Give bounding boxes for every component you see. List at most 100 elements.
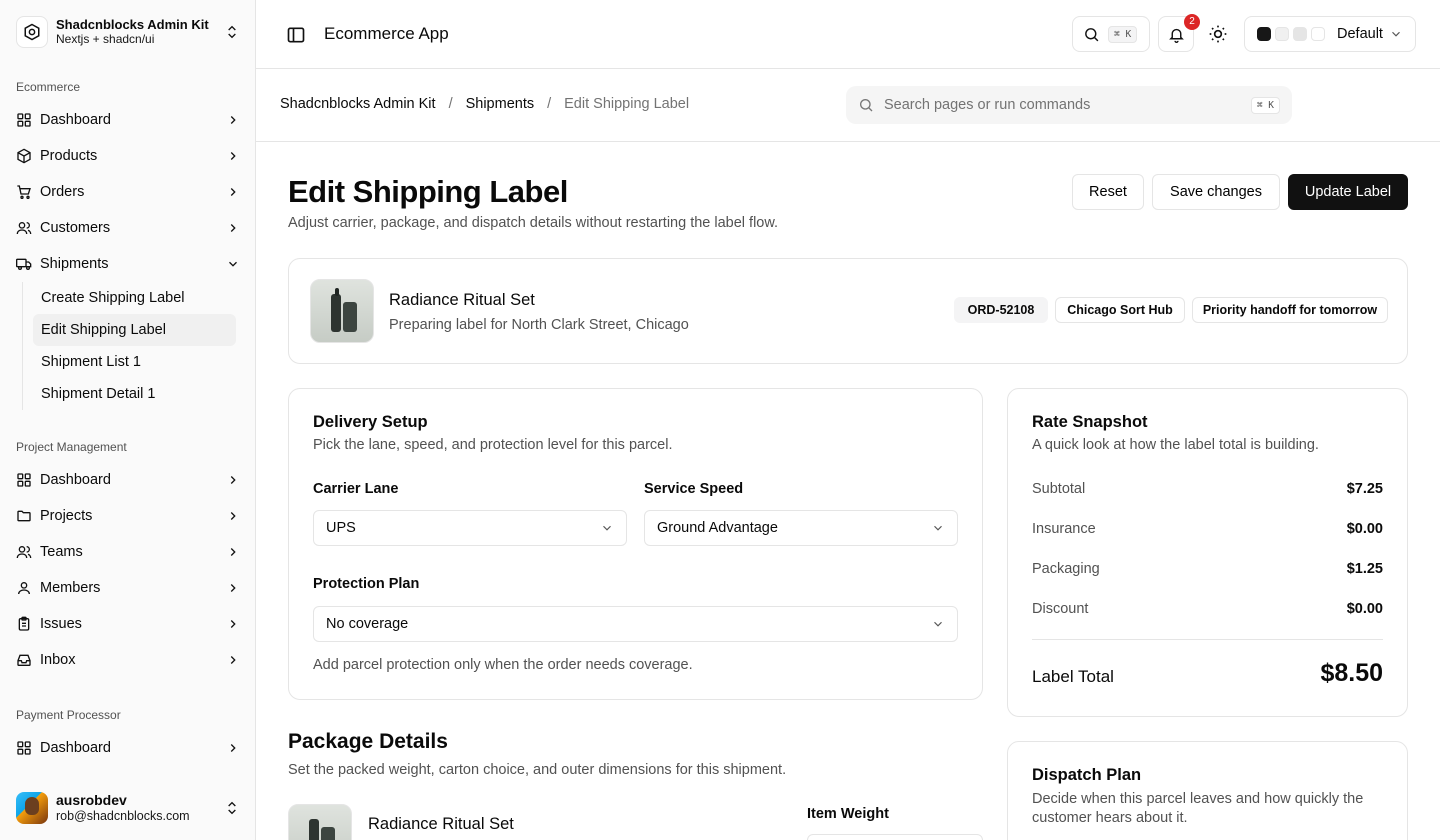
chevrons-up-down-icon [224,800,240,816]
breadcrumb: Shadcnblocks Admin Kit / Shipments / Edi… [280,96,689,112]
update-label-button[interactable]: Update Label [1288,174,1408,210]
breadcrumb-separator: / [448,96,453,112]
chevron-down-icon [931,521,945,535]
search-button[interactable]: ⌘ K [1072,16,1150,52]
dispatch-plan-card: Dispatch Plan Decide when this parcel le… [1007,741,1408,840]
sun-icon[interactable] [1208,24,1228,44]
package-item-name: Radiance Ritual Set [368,815,514,833]
command-search-input[interactable]: Search pages or run commands ⌘ K [846,86,1292,124]
dashboard-icon [16,472,32,488]
rate-label: Discount [1032,601,1089,617]
sidebar-toggle-icon[interactable] [286,25,306,45]
breadcrumb-bar: Shadcnblocks Admin Kit / Shipments / Edi… [256,69,1440,142]
save-changes-button[interactable]: Save changes [1152,174,1280,210]
users-icon [16,544,32,560]
brand-switcher[interactable]: Shadcnblocks Admin Kit Nextjs + shadcn/u… [8,12,248,52]
dashboard-icon [16,740,32,756]
sidebar-item-members[interactable]: Members [8,570,248,606]
service-speed-select[interactable]: Ground Advantage [644,510,958,546]
chevron-right-icon [226,149,240,163]
sidebar-item-inbox[interactable]: Inbox [8,642,248,678]
sidebar-item-label: Inbox [40,652,76,668]
theme-swatch [1257,27,1271,41]
rate-description: A quick look at how the label total is b… [1032,437,1319,453]
chevron-right-icon [226,545,240,559]
shipments-subnav: Create Shipping Label Edit Shipping Labe… [22,282,236,410]
inbox-icon [16,652,32,668]
chevron-right-icon [226,473,240,487]
sidebar-item-projects[interactable]: Projects [8,498,248,534]
chevron-right-icon [226,509,240,523]
rate-label: Insurance [1032,521,1096,537]
group-label-payment-processor: Payment Processor [16,708,121,722]
sidebar-subitem-shipment-detail-1[interactable]: Shipment Detail 1 [33,378,236,410]
chevron-down-icon [600,521,614,535]
sidebar-subitem-shipment-list-1[interactable]: Shipment List 1 [33,346,236,378]
sidebar-item-label: Dashboard [40,112,111,128]
sidebar-subitem-create-shipping-label[interactable]: Create Shipping Label [33,282,236,314]
sidebar-item-pp-dashboard[interactable]: Dashboard [8,730,248,766]
breadcrumb-item-shipments[interactable]: Shipments [466,96,535,112]
users-icon [16,220,32,236]
nav-project-management: Dashboard Projects Teams Members Issues … [8,462,248,678]
protection-hint: Add parcel protection only when the orde… [313,657,693,673]
user-name: ausrobdev [56,792,127,808]
nav-payment-processor: Dashboard [8,730,248,766]
theme-swatch [1311,27,1325,41]
page-subtitle: Adjust carrier, package, and dispatch de… [288,215,779,231]
reset-button[interactable]: Reset [1072,174,1144,210]
rate-value: $7.25 [1346,481,1383,497]
order-id-badge: ORD-52108 [954,297,1048,323]
protection-plan-select[interactable]: No coverage [313,606,958,642]
sidebar-item-orders[interactable]: Orders [8,174,248,210]
user-menu[interactable]: ausrobdev rob@shadcnblocks.com [8,788,248,828]
sidebar-item-teams[interactable]: Teams [8,534,248,570]
folder-icon [16,508,32,524]
sidebar-item-customers[interactable]: Customers [8,210,248,246]
breadcrumb-item-home[interactable]: Shadcnblocks Admin Kit [280,96,436,112]
carrier-lane-value: UPS [326,520,356,536]
brand-logo-icon [16,16,48,48]
search-shortcut: ⌘ K [1108,25,1138,43]
sidebar-item-label: Products [40,148,98,164]
rate-divider [1032,639,1383,640]
cart-icon [16,184,32,200]
user-icon [16,580,32,596]
carrier-lane-select[interactable]: UPS [313,510,627,546]
breadcrumb-item-current: Edit Shipping Label [564,96,690,112]
brand-title: Shadcnblocks Admin Kit [56,17,209,32]
product-image [310,279,374,343]
chevron-down-icon [1389,27,1403,41]
user-email: rob@shadcnblocks.com [56,809,190,823]
package-product-image [288,804,352,840]
item-weight-input[interactable] [807,834,983,840]
chevron-down-icon [931,617,945,631]
theme-select[interactable]: Default [1244,16,1416,52]
command-placeholder: Search pages or run commands [884,97,1091,113]
chevron-right-icon [226,581,240,595]
sidebar-subitem-edit-shipping-label[interactable]: Edit Shipping Label [33,314,236,346]
sidebar-item-issues[interactable]: Issues [8,606,248,642]
sidebar-item-products[interactable]: Products [8,138,248,174]
sidebar-item-pm-dashboard[interactable]: Dashboard [8,462,248,498]
sort-hub-badge: Chicago Sort Hub [1055,297,1185,323]
notification-badge: 2 [1184,14,1200,30]
service-speed-label: Service Speed [644,481,744,497]
sidebar-item-label: Projects [40,508,93,524]
bell-icon [1168,26,1185,43]
sidebar-item-shipments[interactable]: Shipments [8,246,248,282]
product-subtitle: Preparing label for North Clark Street, … [389,317,689,333]
carrier-lane-label: Carrier Lane [313,481,399,497]
avatar [16,792,48,824]
theme-swatch [1293,27,1307,41]
rate-value: $0.00 [1346,521,1383,537]
sidebar-item-label: Shipments [40,256,109,272]
rate-row-insurance: Insurance $0.00 [1032,521,1383,537]
service-speed-value: Ground Advantage [657,520,778,536]
brand-subtitle: Nextjs + shadcn/ui [56,32,155,46]
sidebar: Shadcnblocks Admin Kit Nextjs + shadcn/u… [0,0,256,840]
sidebar-item-dashboard[interactable]: Dashboard [8,102,248,138]
search-icon [858,97,874,113]
notifications-button[interactable]: 2 [1158,14,1200,52]
search-icon [1083,26,1100,43]
